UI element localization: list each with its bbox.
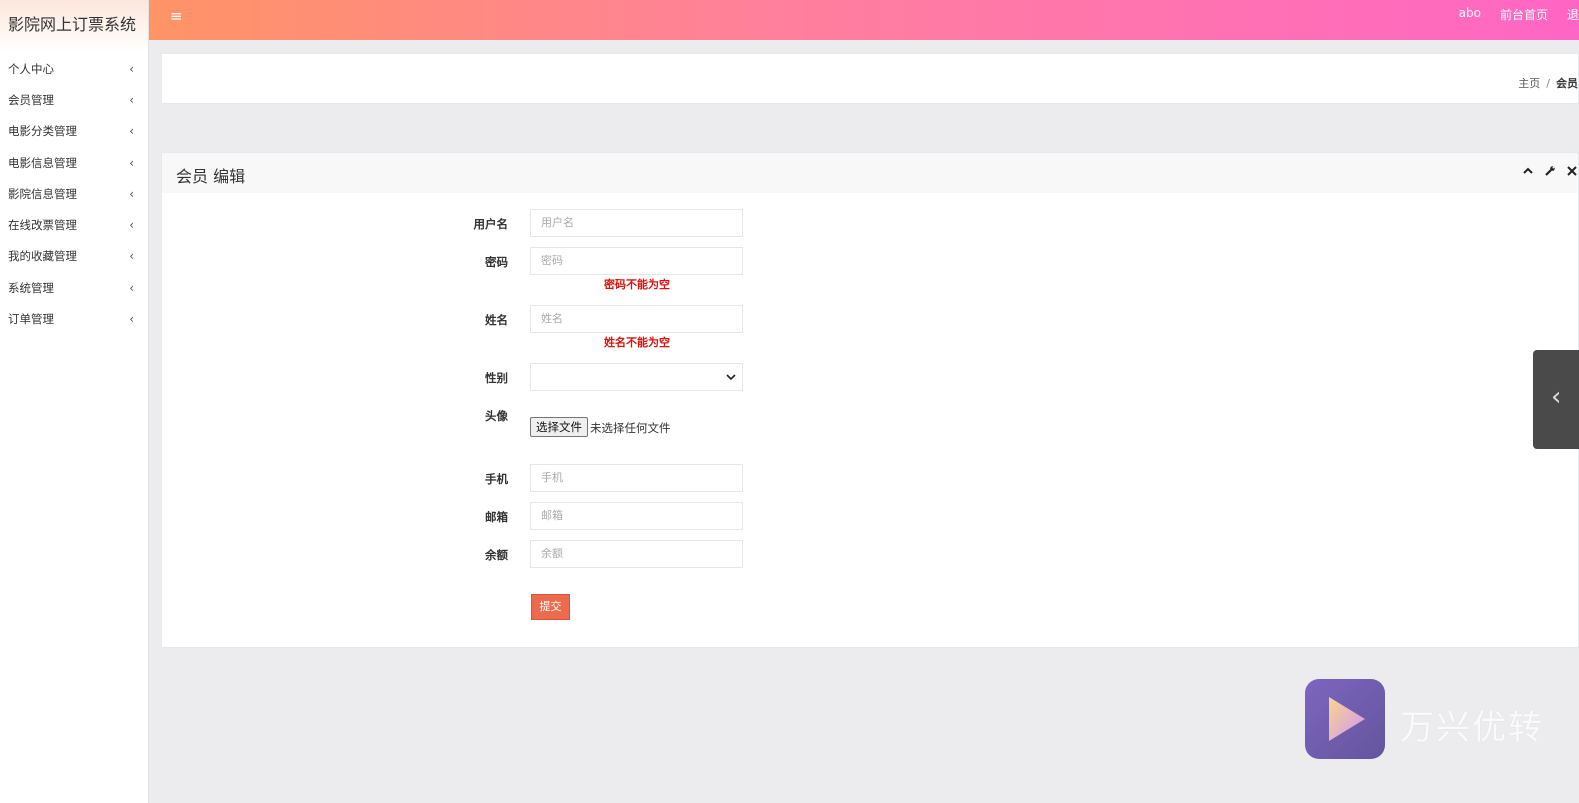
member-edit-panel: 会员 编辑 用户名 密码 密码不能为空 姓名 姓名不能为空 性别 头像 选择文件… bbox=[161, 152, 1579, 648]
sidebar-item-label: 电影信息管理 bbox=[8, 155, 77, 170]
sidebar-item-orders[interactable]: 订单管理 ‹ bbox=[0, 303, 148, 334]
chevron-left-icon: ‹ bbox=[129, 92, 134, 107]
chevron-left-icon: ‹ bbox=[1551, 382, 1562, 412]
panel-header: 会员 编辑 bbox=[162, 153, 1578, 193]
top-links: abo 前台首页 退 bbox=[1459, 6, 1579, 23]
gender-select[interactable] bbox=[530, 363, 743, 391]
sidebar-item-label: 会员管理 bbox=[8, 92, 54, 107]
chevron-up-icon[interactable] bbox=[1522, 165, 1534, 177]
username-label: 用户名 bbox=[473, 217, 509, 231]
watermark-text: 万兴优转 bbox=[1400, 708, 1544, 748]
sidebar-item-system[interactable]: 系统管理 ‹ bbox=[0, 272, 148, 303]
chevron-left-icon: ‹ bbox=[129, 218, 134, 233]
chevron-left-icon: ‹ bbox=[129, 61, 134, 76]
watermark-logo bbox=[1305, 679, 1385, 759]
breadcrumb: 主页 / 会员 bbox=[1518, 75, 1578, 91]
sidebar-item-members[interactable]: 会员管理 ‹ bbox=[0, 84, 148, 115]
chevron-left-icon: ‹ bbox=[129, 312, 134, 327]
submit-button[interactable]: 提交 bbox=[531, 594, 570, 620]
sidebar: 影院网上订票系统 个人中心 ‹ 会员管理 ‹ 电影分类管理 ‹ 电影信息管理 ‹ 影院信… bbox=[0, 0, 149, 803]
breadcrumb-current: 会员 bbox=[1556, 77, 1578, 90]
sidebar-item-personal-center[interactable]: 个人中心 ‹ bbox=[0, 53, 148, 84]
avatar-label: 头像 bbox=[485, 409, 508, 423]
panel-tools bbox=[1522, 165, 1578, 177]
password-input[interactable] bbox=[530, 247, 743, 275]
hamburger-icon[interactable]: ≡ bbox=[170, 9, 183, 24]
choose-file-button[interactable]: 选择文件 bbox=[530, 417, 588, 437]
name-label: 姓名 bbox=[485, 313, 508, 327]
sidebar-item-label: 个人中心 bbox=[8, 61, 54, 76]
chevron-left-icon: ‹ bbox=[129, 124, 134, 139]
sidebar-nav: 个人中心 ‹ 会员管理 ‹ 电影分类管理 ‹ 电影信息管理 ‹ 影院信息管理 ‹ 在线改票… bbox=[0, 53, 148, 335]
chevron-left-icon: ‹ bbox=[129, 249, 134, 264]
frontend-home-link[interactable]: 前台首页 bbox=[1500, 6, 1548, 23]
chevron-left-icon: ‹ bbox=[129, 155, 134, 170]
username-input[interactable] bbox=[530, 209, 743, 237]
chevron-down-icon bbox=[726, 374, 736, 381]
sidebar-item-movie-categories[interactable]: 电影分类管理 ‹ bbox=[0, 116, 148, 147]
email-label: 邮箱 bbox=[485, 510, 508, 524]
app-title: 影院网上订票系统 bbox=[0, 0, 148, 52]
file-status-text: 未选择任何文件 bbox=[590, 421, 671, 435]
panel-title: 会员 编辑 bbox=[176, 167, 246, 186]
sidebar-item-favorites[interactable]: 我的收藏管理 ‹ bbox=[0, 241, 148, 272]
chevron-left-icon: ‹ bbox=[129, 280, 134, 295]
balance-label: 余额 bbox=[485, 548, 508, 562]
breadcrumb-panel: 主页 / 会员 bbox=[161, 53, 1579, 104]
gender-label: 性别 bbox=[485, 371, 508, 385]
password-label: 密码 bbox=[485, 255, 508, 269]
sidebar-item-label: 我的收藏管理 bbox=[8, 249, 77, 264]
phone-input[interactable] bbox=[530, 464, 743, 492]
sidebar-item-label: 影院信息管理 bbox=[8, 186, 77, 201]
sidebar-item-cinema-info[interactable]: 影院信息管理 ‹ bbox=[0, 178, 148, 209]
sidebar-item-movie-info[interactable]: 电影信息管理 ‹ bbox=[0, 147, 148, 178]
user-name-link[interactable]: abo bbox=[1459, 6, 1481, 23]
close-icon[interactable] bbox=[1566, 165, 1578, 177]
breadcrumb-separator: / bbox=[1546, 77, 1550, 90]
wrench-icon[interactable] bbox=[1544, 165, 1556, 177]
sidebar-item-label: 订单管理 bbox=[8, 312, 54, 327]
name-error: 姓名不能为空 bbox=[604, 336, 670, 349]
play-icon bbox=[1329, 697, 1365, 741]
logout-link[interactable]: 退 bbox=[1567, 6, 1579, 23]
breadcrumb-home[interactable]: 主页 bbox=[1518, 77, 1540, 90]
chevron-left-icon: ‹ bbox=[129, 186, 134, 201]
password-error: 密码不能为空 bbox=[604, 278, 670, 291]
balance-input[interactable] bbox=[530, 540, 743, 568]
sidebar-item-label: 系统管理 bbox=[8, 280, 54, 295]
name-input[interactable] bbox=[530, 305, 743, 333]
email-input[interactable] bbox=[530, 502, 743, 530]
sidebar-item-ticket-change[interactable]: 在线改票管理 ‹ bbox=[0, 209, 148, 240]
top-navbar: ≡ abo 前台首页 退 bbox=[149, 0, 1579, 40]
sidebar-item-label: 电影分类管理 bbox=[8, 124, 77, 139]
sidebar-item-label: 在线改票管理 bbox=[8, 218, 77, 233]
phone-label: 手机 bbox=[485, 472, 508, 486]
side-panel-toggle[interactable]: ‹ bbox=[1533, 350, 1579, 449]
